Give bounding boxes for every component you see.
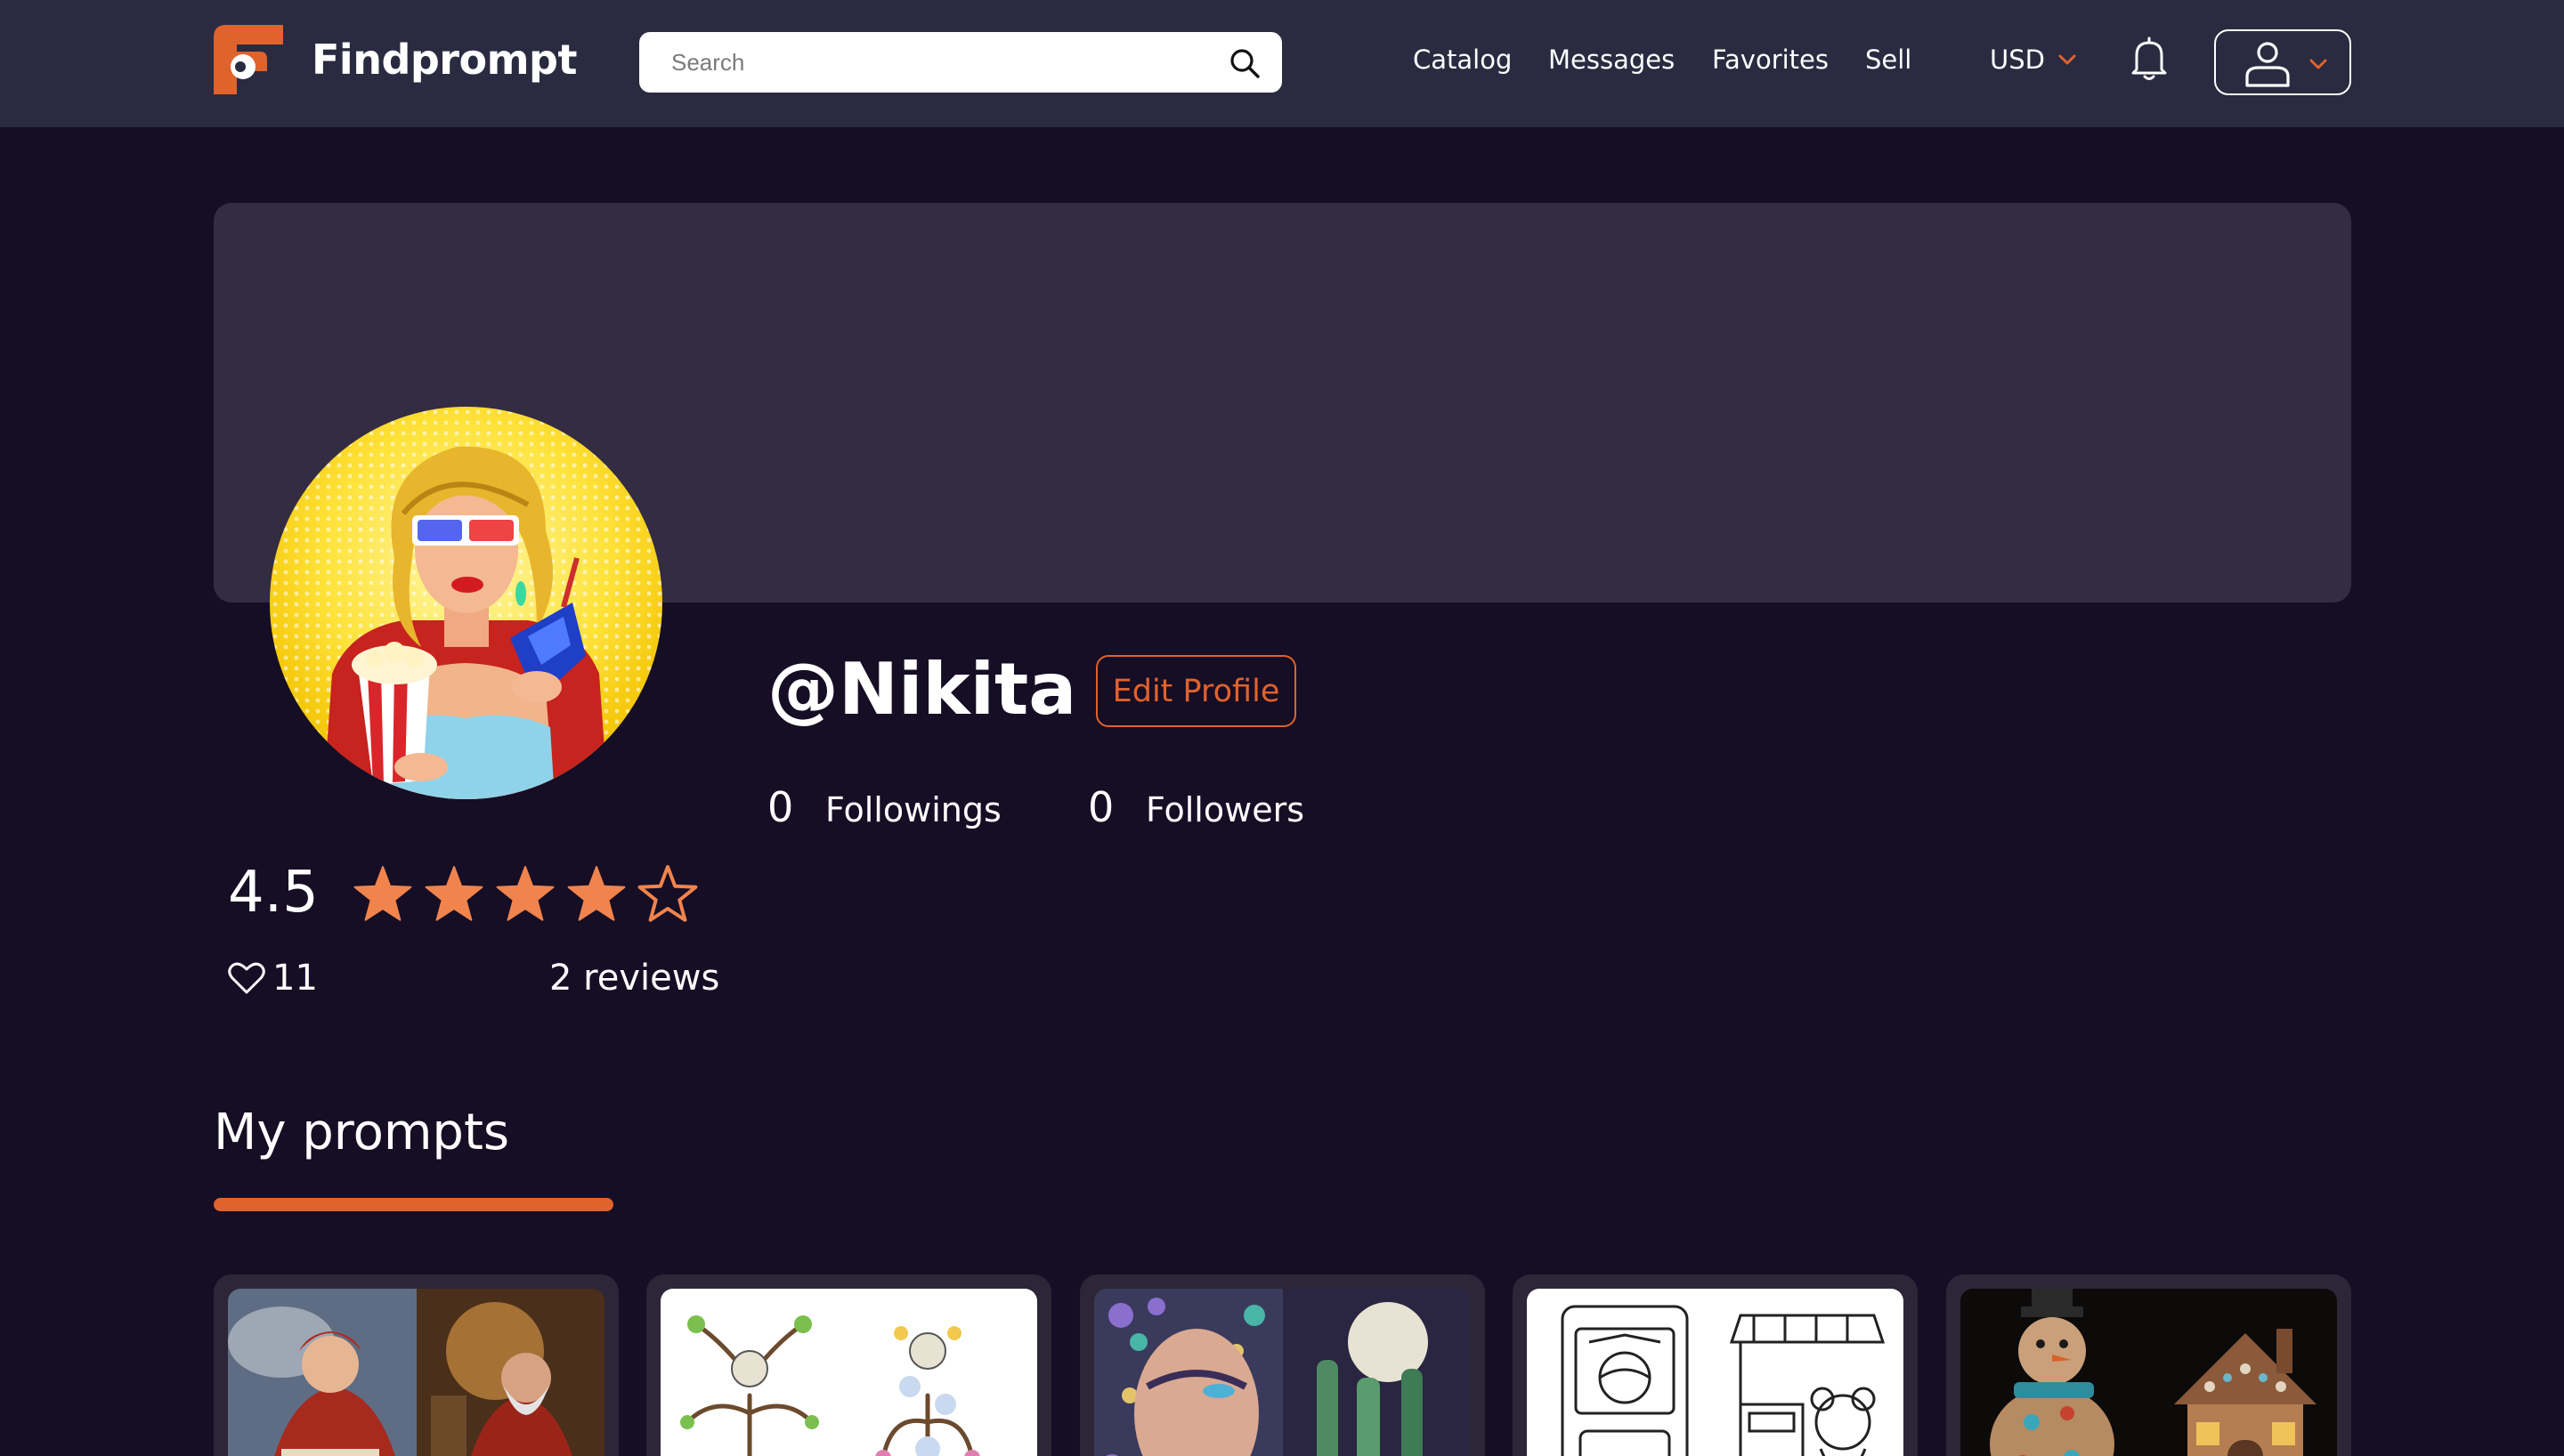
likes-counter[interactable]: 11 [228,958,318,999]
user-menu-button[interactable] [2214,29,2351,95]
rating-stars [352,863,699,926]
likes-count: 11 [272,958,318,999]
rating-value: 4.5 [228,860,319,926]
followings-link[interactable]: Followings [825,790,1002,829]
avatar-image [270,407,662,799]
coloring-page-vending-image [1527,1289,1903,1456]
prompt-thumbnail [1960,1289,2337,1456]
findprompt-logo-icon [214,25,283,94]
nav-favorites-link[interactable]: Favorites [1712,44,1829,75]
section-underline [214,1198,613,1211]
star-outline-icon [637,865,698,922]
user-icon [2245,42,2290,87]
renaissance-painting-image [228,1289,604,1456]
chevron-down-icon [2309,59,2327,69]
profile-username: @Nikita [767,648,1077,731]
edit-profile-button[interactable]: Edit Profile [1096,655,1296,727]
gem-portrait-cactus-image [1094,1289,1471,1456]
logo-text: Findprompt [312,36,577,84]
my-prompts-title: My prompts [214,1104,510,1161]
star-filled-icon [496,866,555,921]
followings-count: 0 [767,783,794,831]
star-filled-icon [353,866,412,921]
reviews-link[interactable]: 2 reviews [549,958,719,999]
floral-skeletons-image [661,1289,1037,1456]
currency-selector[interactable]: USD [1990,44,2077,75]
nav-catalog-link[interactable]: Catalog [1413,44,1512,75]
prompt-thumbnail [1527,1289,1903,1456]
chevron-down-icon [2058,54,2076,65]
prompt-card[interactable] [646,1274,1051,1456]
prompt-card[interactable] [1946,1274,2351,1456]
prompt-card[interactable] [214,1274,619,1456]
followers-link[interactable]: Followers [1146,790,1304,829]
currency-label: USD [1990,44,2045,75]
top-navbar: Findprompt Catalog Messages Favorites Se… [0,0,2564,127]
search-input[interactable] [639,32,1209,93]
notification-bell-icon[interactable] [2128,36,2170,82]
ornate-snowman-house-image [1960,1289,2337,1456]
followers-count: 0 [1088,783,1115,831]
nav-messages-link[interactable]: Messages [1548,44,1675,75]
prompt-card[interactable] [1080,1274,1485,1456]
search-bar [639,32,1282,93]
nav-sell-link[interactable]: Sell [1865,44,1911,75]
avatar[interactable] [270,407,662,799]
prompt-thumbnail [1094,1289,1471,1456]
search-icon[interactable] [1229,47,1261,79]
logo[interactable]: Findprompt [214,25,577,94]
prompt-thumbnail [661,1289,1037,1456]
prompt-thumbnail [228,1289,604,1456]
star-filled-icon [425,866,483,921]
star-filled-icon [567,866,626,921]
prompt-card[interactable] [1513,1274,1918,1456]
heart-icon [228,962,265,994]
